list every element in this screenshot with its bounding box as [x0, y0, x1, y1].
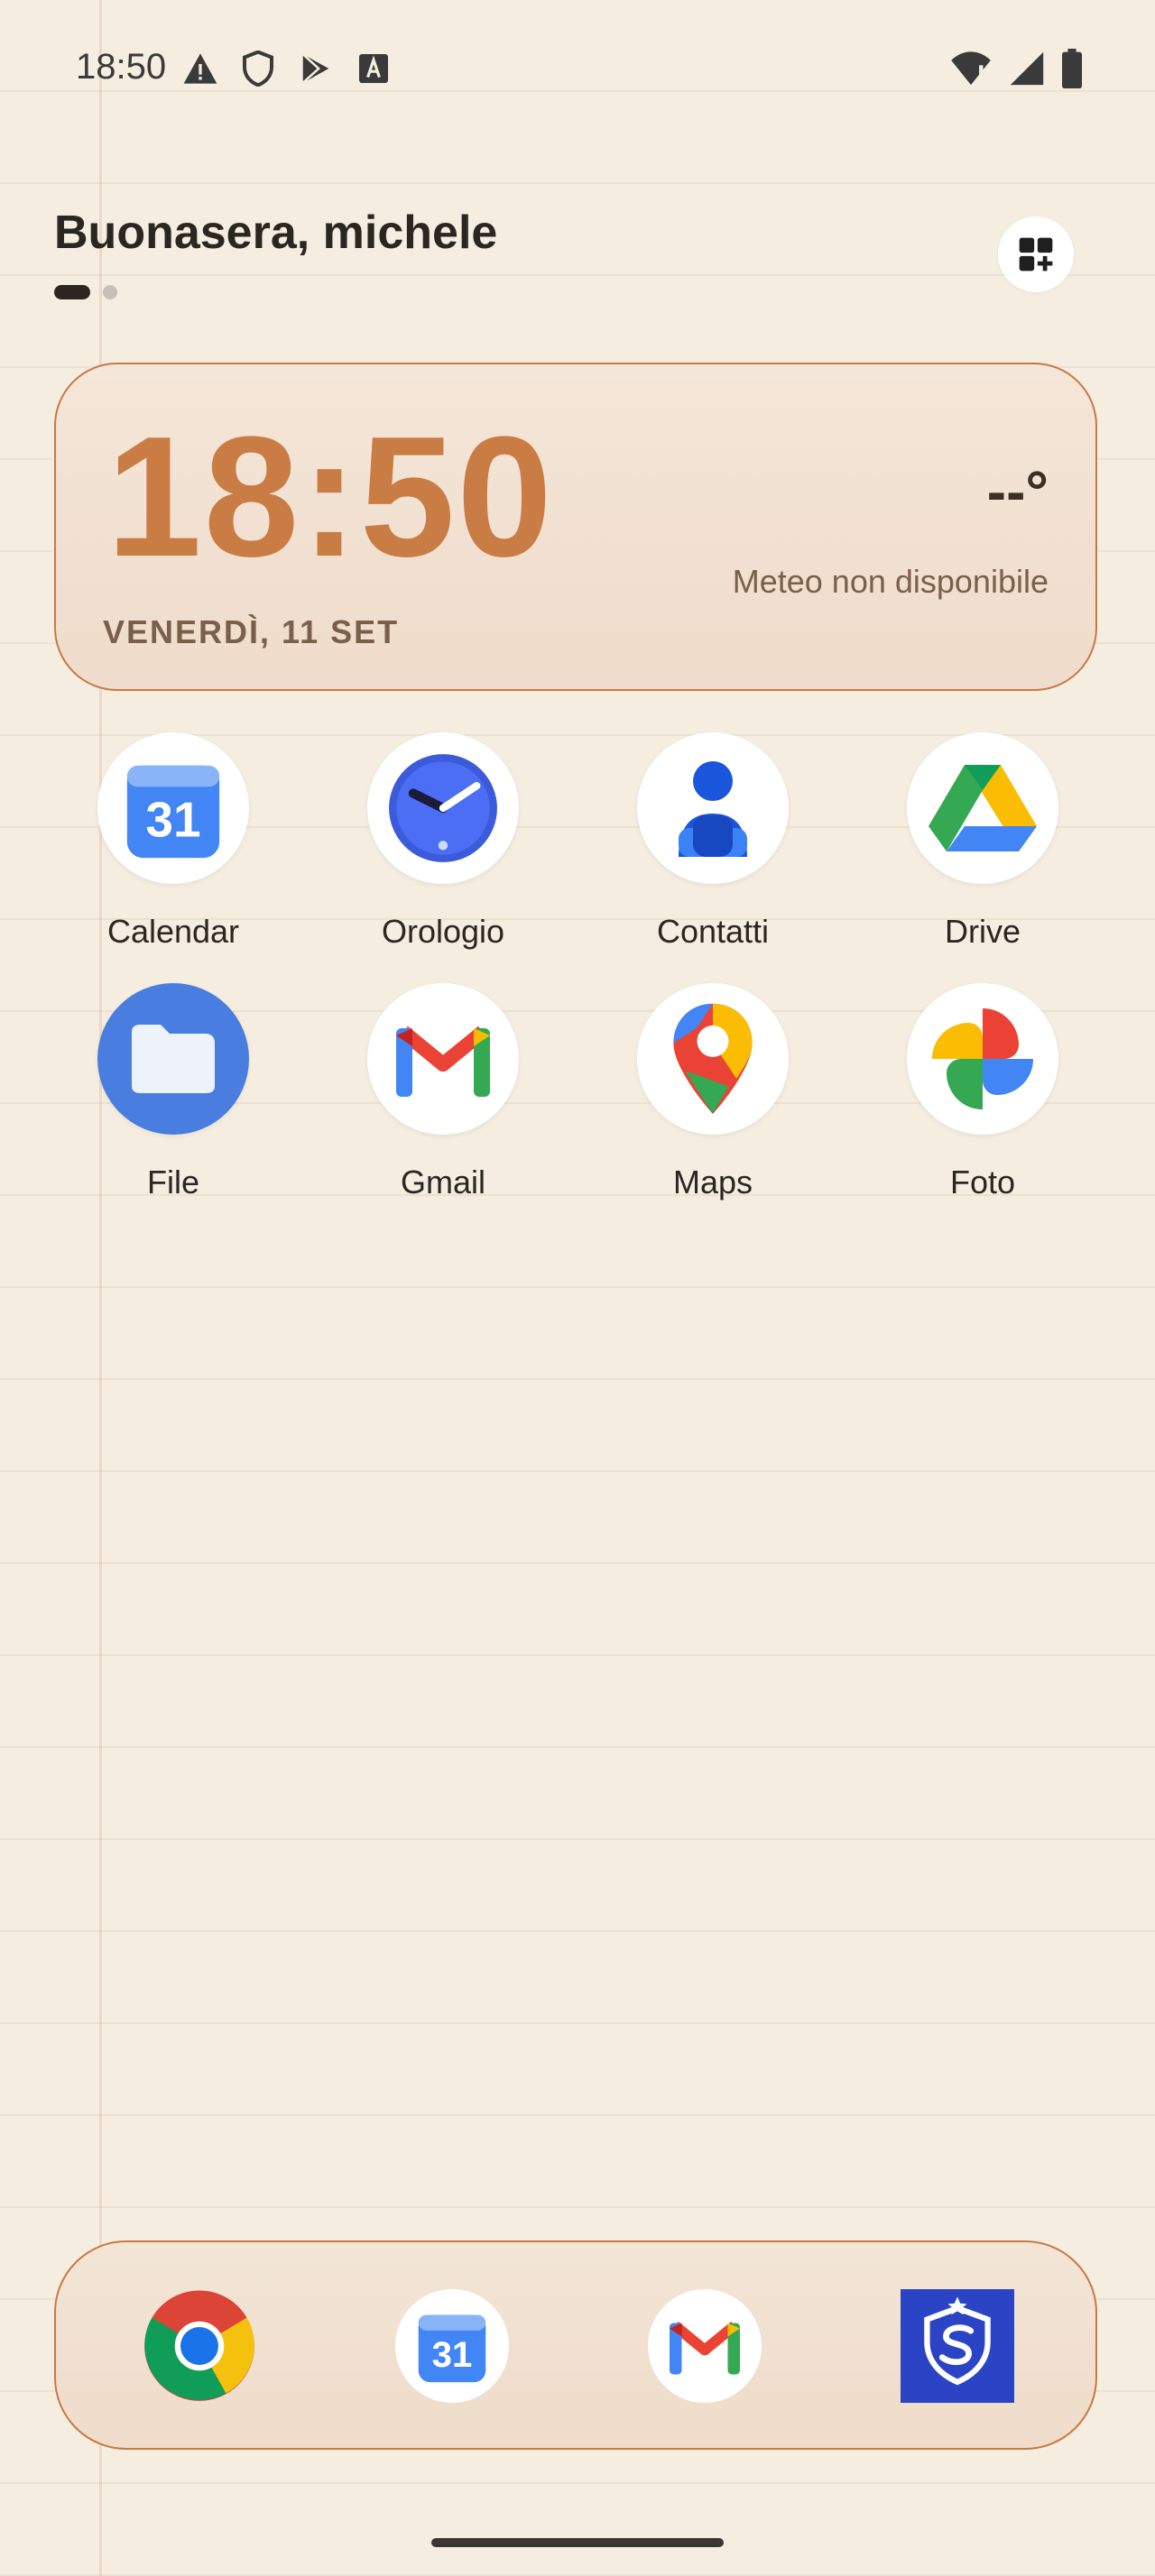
- clock-weather-widget[interactable]: 18:50 VENERDÌ, 11 SET --° Meteo non disp…: [54, 363, 1097, 691]
- app-maps[interactable]: Maps: [596, 983, 830, 1201]
- dock: 31: [54, 2240, 1097, 2450]
- clock-time[interactable]: 18:50: [106, 411, 554, 583]
- app-drive[interactable]: Drive: [865, 732, 1100, 951]
- greeting: Buonasera, michele: [54, 207, 498, 259]
- dock-chrome[interactable]: [143, 2289, 256, 2403]
- gmail-icon[interactable]: [367, 983, 519, 1135]
- app-label: Gmail: [400, 1164, 485, 1201]
- app-photos[interactable]: Foto: [865, 983, 1100, 1201]
- signal-icon: [1009, 49, 1045, 88]
- weather-status[interactable]: Meteo non disponibile: [733, 563, 1049, 601]
- maps-icon[interactable]: [637, 983, 789, 1135]
- weather-temperature[interactable]: --°: [987, 458, 1049, 525]
- app-label: Maps: [672, 1164, 753, 1201]
- home-gesture-bar[interactable]: [431, 2538, 724, 2547]
- app-gmail[interactable]: Gmail: [326, 983, 560, 1201]
- battery-icon: [1061, 49, 1083, 88]
- status-time: 18:50: [76, 47, 167, 87]
- status-bar: 18:50: [0, 0, 1155, 135]
- app-files[interactable]: File: [56, 983, 291, 1201]
- calendar-icon[interactable]: 31: [97, 732, 249, 884]
- notification-icons: [180, 49, 393, 88]
- app-label: Foto: [949, 1164, 1016, 1201]
- security-shield-icon[interactable]: [901, 2289, 1014, 2403]
- photos-icon[interactable]: [907, 983, 1058, 1135]
- page-indicator[interactable]: [54, 285, 117, 299]
- files-icon[interactable]: [97, 983, 249, 1135]
- play-protect-icon: [296, 49, 336, 88]
- app-label: Drive: [944, 913, 1021, 950]
- app-calendar[interactable]: 31 Calendar: [56, 732, 291, 951]
- clock-icon[interactable]: [367, 732, 519, 884]
- contacts-icon[interactable]: [637, 732, 789, 884]
- app-label: Orologio: [381, 913, 505, 950]
- calendar-day: 31: [432, 2334, 473, 2375]
- page-dot-active[interactable]: [54, 285, 90, 299]
- calendar-icon[interactable]: 31: [395, 2289, 509, 2403]
- app-clock[interactable]: Orologio: [326, 732, 560, 951]
- drive-icon[interactable]: [907, 732, 1058, 884]
- dock-gmail[interactable]: [648, 2289, 762, 2403]
- add-widget-icon: [1019, 237, 1053, 271]
- dock-security-app[interactable]: [901, 2289, 1014, 2403]
- add-widget-button[interactable]: [998, 216, 1074, 292]
- gmail-icon[interactable]: [648, 2289, 762, 2403]
- page-dot[interactable]: [103, 285, 117, 299]
- alert-icon: [180, 49, 220, 88]
- app-label: Contatti: [656, 913, 770, 950]
- app-label: File: [146, 1164, 199, 1201]
- dock-calendar[interactable]: 31: [395, 2289, 509, 2403]
- chrome-icon[interactable]: [143, 2289, 256, 2403]
- calendar-day: 31: [145, 791, 200, 847]
- app-label: Calendar: [106, 913, 240, 950]
- font-a-icon: [354, 49, 393, 88]
- shield-icon: [238, 49, 278, 88]
- app-contacts[interactable]: Contatti: [596, 732, 830, 951]
- system-icons: [949, 49, 1083, 88]
- clock-date[interactable]: VENERDÌ, 11 SET: [103, 613, 399, 651]
- wifi-alert-icon: [949, 49, 993, 88]
